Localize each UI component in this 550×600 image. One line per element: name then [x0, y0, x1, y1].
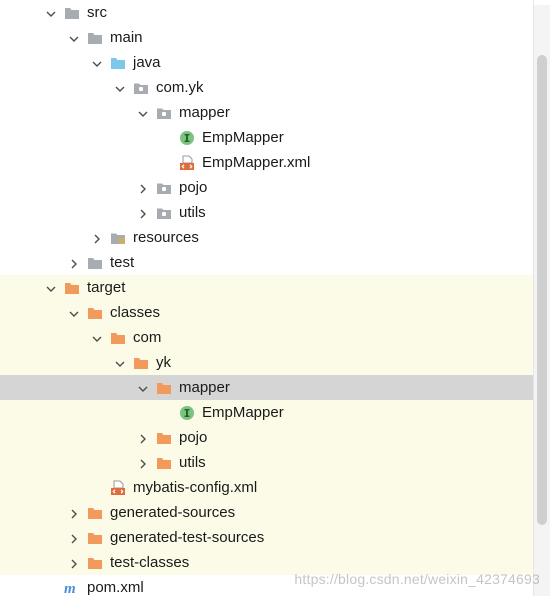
tree-row[interactable]: generated-sources — [0, 500, 534, 525]
tree-item-label: test — [110, 254, 135, 271]
folder-orange-icon — [156, 380, 172, 396]
tree-row[interactable]: EmpMapper — [0, 400, 534, 425]
chevron-right-icon[interactable] — [66, 531, 82, 547]
package-icon — [156, 180, 172, 196]
tree-item-label: mybatis-config.xml — [133, 479, 258, 496]
scrollbar-track-top — [534, 0, 550, 5]
package-icon — [156, 105, 172, 121]
tree-item-label: mapper — [179, 104, 230, 121]
package-icon — [156, 205, 172, 221]
tree-row[interactable]: EmpMapper — [0, 125, 534, 150]
package-icon — [133, 80, 149, 96]
chevron-right-icon[interactable] — [66, 256, 82, 272]
folder-orange-icon — [156, 455, 172, 471]
folder-orange-icon — [87, 530, 103, 546]
tree-row[interactable]: EmpMapper.xml — [0, 150, 534, 175]
tree-item-label: pojo — [179, 179, 208, 196]
tree-row[interactable]: mapper — [0, 375, 534, 400]
folder-blue-icon — [110, 55, 126, 71]
tree-row[interactable]: com.yk — [0, 75, 534, 100]
chevron-down-icon[interactable] — [66, 306, 82, 322]
folder-gray-icon — [87, 255, 103, 271]
tree-row[interactable]: mybatis-config.xml — [0, 475, 534, 500]
chevron-right-icon[interactable] — [135, 181, 151, 197]
chevron-right-icon[interactable] — [66, 556, 82, 572]
tree-item-label: EmpMapper.xml — [202, 154, 311, 171]
tree-row[interactable]: pojo — [0, 175, 534, 200]
tree-row[interactable]: src — [0, 0, 534, 25]
tree-item-label: pom.xml — [87, 579, 144, 596]
tree-item-label: EmpMapper — [202, 129, 284, 146]
tree-row[interactable]: com — [0, 325, 534, 350]
tree-row[interactable]: utils — [0, 200, 534, 225]
tree-row[interactable]: generated-test-sources — [0, 525, 534, 550]
tree-row[interactable]: pojo — [0, 425, 534, 450]
tree-row[interactable]: java — [0, 50, 534, 75]
tree-item-label: generated-sources — [110, 504, 236, 521]
xml-file-icon — [110, 480, 126, 496]
chevron-right-icon[interactable] — [135, 431, 151, 447]
scrollbar-thumb[interactable] — [537, 55, 547, 525]
chevron-right-icon[interactable] — [89, 231, 105, 247]
vertical-scrollbar[interactable] — [533, 0, 550, 596]
interface-icon — [179, 130, 195, 146]
tree-row[interactable]: main — [0, 25, 534, 50]
tree-item-label: classes — [110, 304, 161, 321]
interface-icon — [179, 405, 195, 421]
tree-item-label: yk — [156, 354, 171, 371]
chevron-down-icon[interactable] — [135, 381, 151, 397]
tree-item-label: utils — [179, 204, 206, 221]
folder-orange-icon — [110, 330, 126, 346]
watermark: https://blog.csdn.net/weixin_42374693 — [294, 571, 540, 587]
folder-gray-icon — [87, 30, 103, 46]
chevron-down-icon[interactable] — [112, 356, 128, 372]
tree-item-label: target — [87, 279, 126, 296]
folder-orange-icon — [87, 305, 103, 321]
tree-item-label: resources — [133, 229, 199, 246]
tree-row[interactable]: resources — [0, 225, 534, 250]
chevron-right-icon[interactable] — [135, 206, 151, 222]
tree-row[interactable]: classes — [0, 300, 534, 325]
folder-orange-icon — [64, 280, 80, 296]
svg-text:m: m — [64, 581, 76, 596]
tree-item-label: pojo — [179, 429, 208, 446]
chevron-down-icon[interactable] — [43, 281, 59, 297]
chevron-right-icon[interactable] — [135, 456, 151, 472]
folder-gray-icon — [64, 5, 80, 21]
tree-row[interactable]: utils — [0, 450, 534, 475]
tree-item-label: mapper — [179, 379, 230, 396]
chevron-down-icon[interactable] — [112, 81, 128, 97]
tree-item-label: src — [87, 4, 107, 21]
tree-item-label: utils — [179, 454, 206, 471]
tree-item-label: generated-test-sources — [110, 529, 265, 546]
resources-folder-icon — [110, 230, 126, 246]
tree-item-label: main — [110, 29, 143, 46]
chevron-down-icon[interactable] — [89, 331, 105, 347]
folder-orange-icon — [133, 355, 149, 371]
folder-orange-icon — [87, 505, 103, 521]
tree-row[interactable]: yk — [0, 350, 534, 375]
chevron-down-icon[interactable] — [43, 6, 59, 22]
project-tree[interactable]: src main java com.yk mapper EmpMapper EmpMappe… — [0, 0, 534, 597]
tree-row[interactable]: target — [0, 275, 534, 300]
chevron-right-icon[interactable] — [66, 506, 82, 522]
tree-row[interactable]: test — [0, 250, 534, 275]
folder-orange-icon — [87, 555, 103, 571]
folder-orange-icon — [156, 430, 172, 446]
chevron-down-icon[interactable] — [89, 56, 105, 72]
tree-item-label: com.yk — [156, 79, 204, 96]
chevron-down-icon[interactable] — [135, 106, 151, 122]
tree-item-label: test-classes — [110, 554, 190, 571]
tree-item-label: java — [133, 54, 161, 71]
tree-item-label: EmpMapper — [202, 404, 284, 421]
tree-item-label: com — [133, 329, 162, 346]
maven-file-icon: m — [64, 580, 80, 597]
chevron-down-icon[interactable] — [66, 31, 82, 47]
xml-file-icon — [179, 155, 195, 171]
tree-row[interactable]: mapper — [0, 100, 534, 125]
